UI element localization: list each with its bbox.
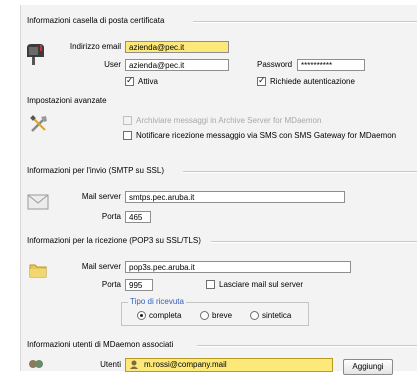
active-checkbox[interactable] xyxy=(125,75,134,86)
auth-label: Richiede autenticazione xyxy=(270,77,355,86)
section-title-users: Informazioni utenti di MDaemon associati xyxy=(27,340,174,349)
section-title-pop3: Informazioni per la ricezione (POP3 su S… xyxy=(27,236,201,245)
smtp-port-field[interactable]: 465 xyxy=(125,211,151,223)
pop3-port-label: Porta xyxy=(101,280,121,289)
smtp-server-label: Mail server xyxy=(81,192,121,201)
user-label: User xyxy=(104,60,121,69)
pop3-server-label: Mail server xyxy=(81,262,121,271)
pop3-server-field[interactable]: pop3s.pec.aruba.it xyxy=(125,261,351,273)
receipt-label-breve: breve xyxy=(212,311,233,320)
email-field[interactable]: azienda@pec.it xyxy=(125,41,229,53)
receipt-type-group: Tipo di ricevuta completa breve sintetic… xyxy=(121,297,309,326)
archive-checkbox[interactable] xyxy=(123,116,132,125)
section-divider xyxy=(183,171,417,173)
email-label: Indirizzo email xyxy=(69,42,121,51)
receipt-radio-breve[interactable] xyxy=(200,311,209,320)
section-title-advanced: Impostazioni avanzate xyxy=(27,96,107,105)
pop3-port-field[interactable]: 995 xyxy=(125,279,153,291)
smtp-server-field[interactable]: smtps.pec.aruba.it xyxy=(125,191,345,203)
section-title-pec: Informazioni casella di posta certificat… xyxy=(27,16,165,25)
auth-checkbox[interactable] xyxy=(257,75,266,86)
users-list[interactable]: m.rossi@company.mail xyxy=(125,358,333,372)
receipt-label-completa: completa xyxy=(149,311,182,320)
add-user-button[interactable]: Aggiungi xyxy=(343,359,393,375)
user-icon xyxy=(130,360,138,369)
users-label: Utenti xyxy=(100,360,121,369)
password-label: Password xyxy=(257,60,293,69)
user-field[interactable]: azienda@pec.it xyxy=(125,59,229,71)
folder-icon xyxy=(29,264,47,278)
envelope-icon xyxy=(27,194,49,210)
receipt-type-title: Tipo di ricevuta xyxy=(128,297,186,306)
active-label: Attiva xyxy=(138,77,159,86)
keep-mail-label: Lasciare mail sul server xyxy=(219,280,304,289)
section-divider xyxy=(211,241,417,243)
users-icon xyxy=(29,360,43,368)
tools-icon xyxy=(30,115,47,132)
receipt-radio-sintetica[interactable] xyxy=(250,311,259,320)
smtp-port-label: Porta xyxy=(101,212,121,221)
section-title-smtp: Informazioni per l'invio (SMTP su SSL) xyxy=(27,166,164,175)
password-field[interactable]: ********** xyxy=(297,59,365,71)
sms-checkbox[interactable] xyxy=(123,131,132,140)
mailbox-icon xyxy=(27,44,44,65)
section-divider xyxy=(193,21,417,23)
sms-label: Notificare ricezione messaggio via SMS c… xyxy=(136,131,397,140)
section-divider xyxy=(197,345,417,347)
archive-label: Archiviare messaggi in Archive Server fo… xyxy=(136,116,322,125)
receipt-label-sintetica: sintetica xyxy=(262,311,292,320)
receipt-radio-completa[interactable] xyxy=(137,311,146,320)
user-list-item[interactable]: m.rossi@company.mail xyxy=(144,359,227,371)
keep-mail-checkbox[interactable] xyxy=(206,280,215,289)
settings-panel: Informazioni casella di posta certificat… xyxy=(20,5,417,375)
